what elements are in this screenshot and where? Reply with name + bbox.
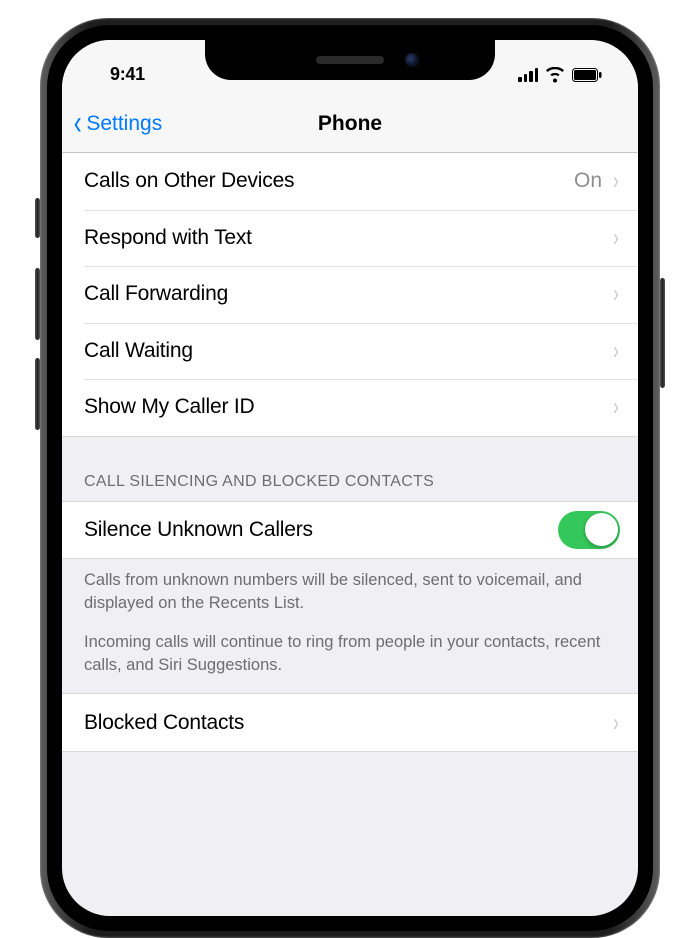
- toggle-knob: [585, 513, 618, 546]
- footer-text-1: Calls from unknown numbers will be silen…: [84, 569, 616, 615]
- chevron-right-icon: ›: [613, 167, 618, 196]
- volume-up-button: [35, 268, 40, 340]
- row-label: Calls on Other Devices: [84, 169, 574, 193]
- device-inner: 9:41 ‹ Settings: [47, 25, 653, 931]
- page-title: Phone: [318, 112, 382, 136]
- row-show-my-caller-id[interactable]: Show My Caller ID ›: [62, 379, 638, 436]
- section-header-silencing: CALL SILENCING AND BLOCKED CONTACTS: [62, 437, 638, 501]
- notch: [205, 40, 495, 80]
- chevron-right-icon: ›: [613, 223, 618, 252]
- chevron-right-icon: ›: [613, 393, 618, 422]
- row-label: Silence Unknown Callers: [84, 518, 558, 542]
- phone-frame: 9:41 ‹ Settings: [40, 18, 660, 938]
- speaker-grille: [316, 56, 384, 64]
- volume-down-button: [35, 358, 40, 430]
- row-label: Blocked Contacts: [84, 711, 612, 735]
- row-label: Call Waiting: [84, 339, 612, 363]
- status-right: [518, 67, 602, 83]
- row-blocked-contacts[interactable]: Blocked Contacts ›: [62, 694, 638, 751]
- row-label: Show My Caller ID: [84, 395, 612, 419]
- silence-group: Silence Unknown Callers: [62, 501, 638, 560]
- row-respond-with-text[interactable]: Respond with Text ›: [62, 210, 638, 267]
- chevron-right-icon: ›: [613, 336, 618, 365]
- row-label: Call Forwarding: [84, 282, 612, 306]
- side-button: [660, 278, 665, 388]
- row-value: On: [574, 169, 602, 193]
- settings-content: Calls on Other Devices On › Respond with…: [62, 153, 638, 752]
- row-call-forwarding[interactable]: Call Forwarding ›: [62, 266, 638, 323]
- status-time: 9:41: [110, 64, 145, 85]
- back-button[interactable]: ‹ Settings: [62, 112, 162, 136]
- chevron-right-icon: ›: [613, 708, 618, 737]
- mute-switch: [35, 198, 40, 238]
- calls-settings-group: Calls on Other Devices On › Respond with…: [62, 153, 638, 437]
- wifi-icon: [545, 67, 565, 83]
- battery-icon: [572, 68, 602, 82]
- row-calls-on-other-devices[interactable]: Calls on Other Devices On ›: [62, 153, 638, 210]
- screen: 9:41 ‹ Settings: [62, 40, 638, 916]
- chevron-right-icon: ›: [613, 280, 618, 309]
- silence-unknown-toggle[interactable]: [558, 511, 620, 549]
- section-footer-silencing: Calls from unknown numbers will be silen…: [62, 559, 638, 693]
- row-label: Respond with Text: [84, 226, 612, 250]
- nav-bar: ‹ Settings Phone: [62, 95, 638, 153]
- back-label: Settings: [86, 112, 162, 136]
- front-camera: [405, 53, 419, 67]
- row-silence-unknown-callers[interactable]: Silence Unknown Callers: [62, 502, 638, 559]
- row-call-waiting[interactable]: Call Waiting ›: [62, 323, 638, 380]
- blocked-group: Blocked Contacts ›: [62, 693, 638, 752]
- cellular-signal-icon: [518, 68, 538, 82]
- footer-text-2: Incoming calls will continue to ring fro…: [84, 631, 616, 677]
